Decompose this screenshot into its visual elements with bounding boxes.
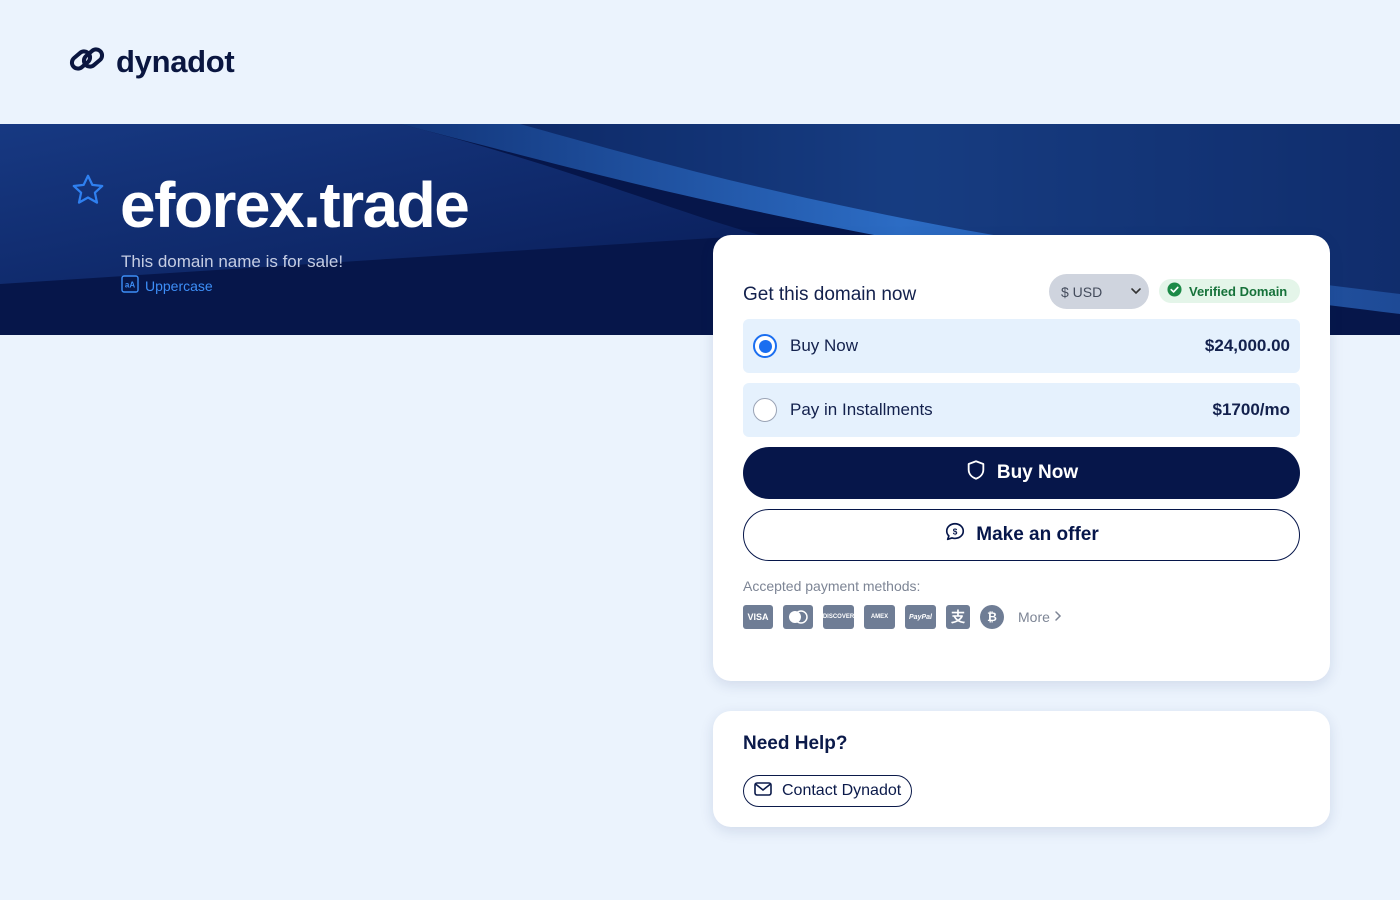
- payment-methods-label: Accepted payment methods:: [743, 578, 921, 594]
- buy-now-label: Buy Now: [996, 462, 1079, 483]
- purchase-card: Get this domain now $ USD Verified Domai…: [713, 235, 1330, 681]
- shield-icon: [965, 459, 987, 487]
- svg-text:$: $: [953, 527, 958, 536]
- uppercase-label: Uppercase: [145, 277, 213, 294]
- option-price: $24,000.00: [1204, 336, 1290, 355]
- buy-now-button[interactable]: Buy Now: [743, 447, 1300, 499]
- option-price: $1700/mo: [1212, 400, 1291, 419]
- uppercase-link[interactable]: aA Uppercase: [121, 275, 213, 296]
- more-payment-methods[interactable]: More: [1018, 609, 1063, 625]
- payment-methods: VISA DISCOVER AMEX PayPal 支 ₿ More: [743, 605, 1063, 629]
- help-title: Need Help?: [743, 733, 848, 754]
- option-label: Buy Now: [790, 336, 859, 355]
- currency-select[interactable]: $ USD: [1049, 274, 1149, 309]
- purchase-heading: Get this domain now: [743, 284, 917, 305]
- option-buy-now[interactable]: Buy Now $24,000.00: [743, 319, 1300, 373]
- option-installments[interactable]: Pay in Installments $1700/mo: [743, 383, 1300, 437]
- star-outline-icon[interactable]: [70, 172, 106, 213]
- bitcoin-icon: ₿: [980, 605, 1004, 629]
- alipay-icon: 支: [946, 605, 970, 629]
- for-sale-subtitle: This domain name is for sale!: [121, 252, 344, 271]
- contact-label: Contact Dynadot: [782, 782, 902, 799]
- more-label: More: [1018, 609, 1050, 625]
- contact-dynadot-button[interactable]: Contact Dynadot: [743, 775, 913, 807]
- radio-buy-now[interactable]: [753, 334, 777, 358]
- check-circle-icon: [1167, 282, 1182, 300]
- verified-badge: Verified Domain: [1159, 279, 1300, 303]
- chat-dollar-icon: $: [944, 521, 966, 549]
- radio-installments[interactable]: [753, 398, 777, 422]
- top-bar: dynadot: [0, 0, 1400, 124]
- svg-text:aA: aA: [125, 281, 135, 290]
- verified-label: Verified Domain: [1189, 283, 1288, 299]
- chevron-right-icon: [1053, 609, 1063, 625]
- visa-icon: VISA: [743, 605, 773, 629]
- chevron-down-icon: [1130, 284, 1142, 300]
- domain-title: eforex.trade: [120, 169, 470, 241]
- chain-link-icon: [68, 40, 106, 83]
- brand-name: dynadot: [116, 43, 235, 79]
- make-offer-label: Make an offer: [976, 524, 1099, 545]
- currency-value: $ USD: [1061, 283, 1103, 300]
- text-case-icon: aA: [121, 275, 139, 296]
- amex-icon: AMEX: [864, 605, 895, 629]
- make-offer-button[interactable]: $ Make an offer: [743, 509, 1300, 561]
- paypal-icon: PayPal: [905, 605, 936, 629]
- mail-icon: [754, 781, 772, 801]
- discover-icon: DISCOVER: [823, 605, 854, 629]
- help-card: Need Help? Contact Dynadot: [713, 711, 1330, 827]
- option-label: Pay in Installments: [790, 400, 933, 419]
- mastercard-icon: [783, 605, 813, 629]
- dynadot-logo[interactable]: dynadot: [68, 40, 235, 83]
